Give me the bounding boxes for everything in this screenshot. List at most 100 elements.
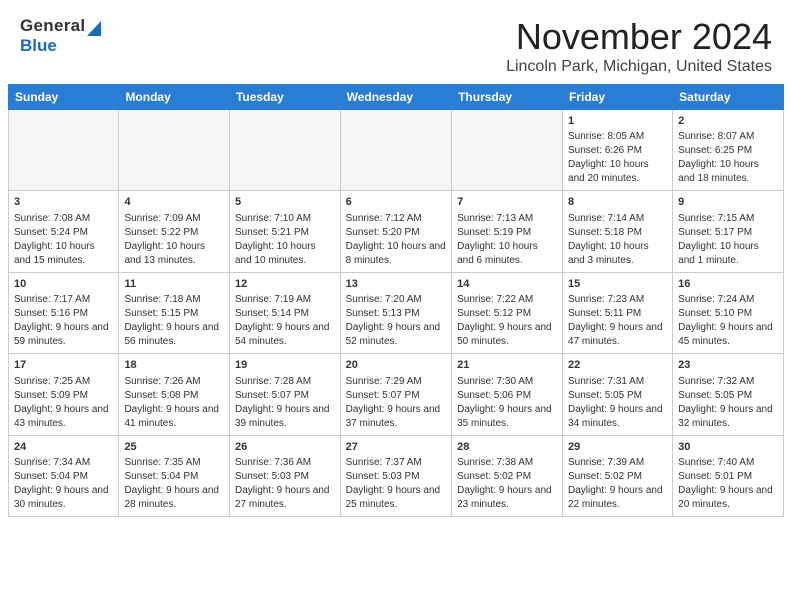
day-number: 8 bbox=[568, 195, 667, 210]
calendar-body: 1Sunrise: 8:05 AMSunset: 6:26 PMDaylight… bbox=[9, 110, 784, 517]
day-info: Sunrise: 7:37 AMSunset: 5:03 PMDaylight:… bbox=[346, 456, 446, 512]
day-number: 3 bbox=[14, 195, 113, 210]
header-row: SundayMondayTuesdayWednesdayThursdayFrid… bbox=[9, 85, 784, 110]
day-info: Sunrise: 7:17 AMSunset: 5:16 PMDaylight:… bbox=[14, 293, 113, 349]
calendar-cell: 4Sunrise: 7:09 AMSunset: 5:22 PMDaylight… bbox=[119, 191, 230, 272]
calendar-cell: 7Sunrise: 7:13 AMSunset: 5:19 PMDaylight… bbox=[452, 191, 563, 272]
logo: General Blue bbox=[20, 16, 101, 56]
day-info: Sunrise: 7:19 AMSunset: 5:14 PMDaylight:… bbox=[235, 293, 335, 349]
calendar-cell: 9 Sunrise: 7:15 AMSunset: 5:17 PMDaylight… bbox=[673, 191, 784, 272]
col-header-friday: Friday bbox=[563, 85, 673, 110]
day-info: Sunrise: 7:25 AMSunset: 5:09 PMDaylight:… bbox=[14, 375, 113, 431]
day-number: 17 bbox=[14, 358, 113, 373]
calendar-cell bbox=[452, 110, 563, 191]
day-info: Sunrise: 7:12 AMSunset: 5:20 PMDaylight:… bbox=[346, 212, 446, 268]
day-number: 11 bbox=[124, 277, 224, 292]
calendar-cell: 22Sunrise: 7:31 AMSunset: 5:05 PMDayligh… bbox=[563, 354, 673, 435]
calendar-cell: 10Sunrise: 7:17 AMSunset: 5:16 PMDayligh… bbox=[9, 272, 119, 353]
day-info: Sunrise: 7:22 AMSunset: 5:12 PMDaylight:… bbox=[457, 293, 557, 349]
day-info: Sunrise: 7:40 AMSunset: 5:01 PMDaylight:… bbox=[678, 456, 778, 512]
day-info: Sunrise: 7:08 AMSunset: 5:24 PMDaylight:… bbox=[14, 212, 113, 268]
day-number: 5 bbox=[235, 195, 335, 210]
day-info: Sunrise: 8:05 AMSunset: 6:26 PMDaylight:… bbox=[568, 130, 667, 186]
col-header-saturday: Saturday bbox=[673, 85, 784, 110]
day-info: Sunrise: 7:35 AMSunset: 5:04 PMDaylight:… bbox=[124, 456, 224, 512]
day-info: Sunrise: 7:13 AMSunset: 5:19 PMDaylight:… bbox=[457, 212, 557, 268]
day-number: 15 bbox=[568, 277, 667, 292]
calendar-cell: 12Sunrise: 7:19 AMSunset: 5:14 PMDayligh… bbox=[229, 272, 340, 353]
calendar-cell: 29Sunrise: 7:39 AMSunset: 5:02 PMDayligh… bbox=[563, 435, 673, 516]
week-row-3: 17 Sunrise: 7:25 AMSunset: 5:09 PMDayligh… bbox=[9, 354, 784, 435]
calendar-cell: 17 Sunrise: 7:25 AMSunset: 5:09 PMDayligh… bbox=[9, 354, 119, 435]
title-area: November 2024 Lincoln Park, Michigan, Un… bbox=[506, 16, 772, 76]
day-info: Sunrise: 7:29 AMSunset: 5:07 PMDaylight:… bbox=[346, 375, 446, 431]
day-number: 20 bbox=[346, 358, 446, 373]
day-info: Sunrise: 7:18 AMSunset: 5:15 PMDaylight:… bbox=[124, 293, 224, 349]
calendar-cell: 21Sunrise: 7:30 AMSunset: 5:06 PMDayligh… bbox=[452, 354, 563, 435]
calendar-cell: 2Sunrise: 8:07 AMSunset: 6:25 PMDaylight… bbox=[673, 110, 784, 191]
day-info: Sunrise: 7:26 AMSunset: 5:08 PMDaylight:… bbox=[124, 375, 224, 431]
calendar-cell: 23Sunrise: 7:32 AMSunset: 5:05 PMDayligh… bbox=[673, 354, 784, 435]
calendar-cell bbox=[229, 110, 340, 191]
week-row-1: 3 Sunrise: 7:08 AMSunset: 5:24 PMDaylight… bbox=[9, 191, 784, 272]
calendar-cell: 14Sunrise: 7:22 AMSunset: 5:12 PMDayligh… bbox=[452, 272, 563, 353]
day-info: Sunrise: 7:39 AMSunset: 5:02 PMDaylight:… bbox=[568, 456, 667, 512]
day-number: 25 bbox=[124, 440, 224, 455]
day-info: Sunrise: 7:36 AMSunset: 5:03 PMDaylight:… bbox=[235, 456, 335, 512]
day-info: Sunrise: 7:20 AMSunset: 5:13 PMDaylight:… bbox=[346, 293, 446, 349]
day-info: Sunrise: 7:30 AMSunset: 5:06 PMDaylight:… bbox=[457, 375, 557, 431]
calendar-cell: 27Sunrise: 7:37 AMSunset: 5:03 PMDayligh… bbox=[340, 435, 451, 516]
day-number: 18 bbox=[124, 358, 224, 373]
calendar-cell: 6Sunrise: 7:12 AMSunset: 5:20 PMDaylight… bbox=[340, 191, 451, 272]
day-number: 14 bbox=[457, 277, 557, 292]
calendar-cell: 26Sunrise: 7:36 AMSunset: 5:03 PMDayligh… bbox=[229, 435, 340, 516]
day-info: Sunrise: 7:10 AMSunset: 5:21 PMDaylight:… bbox=[235, 212, 335, 268]
calendar-cell: 19Sunrise: 7:28 AMSunset: 5:07 PMDayligh… bbox=[229, 354, 340, 435]
day-number: 24 bbox=[14, 440, 113, 455]
col-header-tuesday: Tuesday bbox=[229, 85, 340, 110]
calendar-cell: 16Sunrise: 7:24 AMSunset: 5:10 PMDayligh… bbox=[673, 272, 784, 353]
calendar-table: SundayMondayTuesdayWednesdayThursdayFrid… bbox=[8, 84, 784, 517]
calendar-cell: 3 Sunrise: 7:08 AMSunset: 5:24 PMDaylight… bbox=[9, 191, 119, 272]
calendar-cell: 1Sunrise: 8:05 AMSunset: 6:26 PMDaylight… bbox=[563, 110, 673, 191]
day-info: Sunrise: 7:24 AMSunset: 5:10 PMDaylight:… bbox=[678, 293, 778, 349]
logo-triangle-icon bbox=[87, 16, 101, 36]
calendar-cell bbox=[9, 110, 119, 191]
day-number: 10 bbox=[14, 277, 113, 292]
calendar-cell: 18 Sunrise: 7:26 AMSunset: 5:08 PMDayligh… bbox=[119, 354, 230, 435]
day-info: Sunrise: 7:32 AMSunset: 5:05 PMDaylight:… bbox=[678, 375, 778, 431]
day-number: 1 bbox=[568, 114, 667, 129]
day-number: 12 bbox=[235, 277, 335, 292]
calendar-cell: 15Sunrise: 7:23 AMSunset: 5:11 PMDayligh… bbox=[563, 272, 673, 353]
calendar-cell bbox=[340, 110, 451, 191]
calendar-wrapper: SundayMondayTuesdayWednesdayThursdayFrid… bbox=[0, 84, 792, 525]
day-number: 30 bbox=[678, 440, 778, 455]
day-info: Sunrise: 7:28 AMSunset: 5:07 PMDaylight:… bbox=[235, 375, 335, 431]
day-info: Sunrise: 7:34 AMSunset: 5:04 PMDaylight:… bbox=[14, 456, 113, 512]
calendar-cell: 20 Sunrise: 7:29 AMSunset: 5:07 PMDayligh… bbox=[340, 354, 451, 435]
day-info: Sunrise: 7:15 AMSunset: 5:17 PMDaylight:… bbox=[678, 212, 778, 268]
day-number: 13 bbox=[346, 277, 446, 292]
day-info: Sunrise: 8:07 AMSunset: 6:25 PMDaylight:… bbox=[678, 130, 778, 186]
calendar-cell: 13Sunrise: 7:20 AMSunset: 5:13 PMDayligh… bbox=[340, 272, 451, 353]
calendar-cell: 30Sunrise: 7:40 AMSunset: 5:01 PMDayligh… bbox=[673, 435, 784, 516]
calendar-cell: 28Sunrise: 7:38 AMSunset: 5:02 PMDayligh… bbox=[452, 435, 563, 516]
calendar-cell: 11Sunrise: 7:18 AMSunset: 5:15 PMDayligh… bbox=[119, 272, 230, 353]
day-info: Sunrise: 7:38 AMSunset: 5:02 PMDaylight:… bbox=[457, 456, 557, 512]
day-number: 2 bbox=[678, 114, 778, 129]
week-row-4: 24Sunrise: 7:34 AMSunset: 5:04 PMDayligh… bbox=[9, 435, 784, 516]
month-title: November 2024 bbox=[506, 16, 772, 58]
calendar-cell bbox=[119, 110, 230, 191]
day-info: Sunrise: 7:31 AMSunset: 5:05 PMDaylight:… bbox=[568, 375, 667, 431]
logo-general: General bbox=[20, 16, 85, 36]
col-header-monday: Monday bbox=[119, 85, 230, 110]
day-number: 9 bbox=[678, 195, 778, 210]
col-header-sunday: Sunday bbox=[9, 85, 119, 110]
week-row-2: 10Sunrise: 7:17 AMSunset: 5:16 PMDayligh… bbox=[9, 272, 784, 353]
week-row-0: 1Sunrise: 8:05 AMSunset: 6:26 PMDaylight… bbox=[9, 110, 784, 191]
day-number: 16 bbox=[678, 277, 778, 292]
calendar-cell: 8Sunrise: 7:14 AMSunset: 5:18 PMDaylight… bbox=[563, 191, 673, 272]
location: Lincoln Park, Michigan, United States bbox=[506, 58, 772, 76]
col-header-wednesday: Wednesday bbox=[340, 85, 451, 110]
logo-blue: Blue bbox=[20, 36, 57, 56]
